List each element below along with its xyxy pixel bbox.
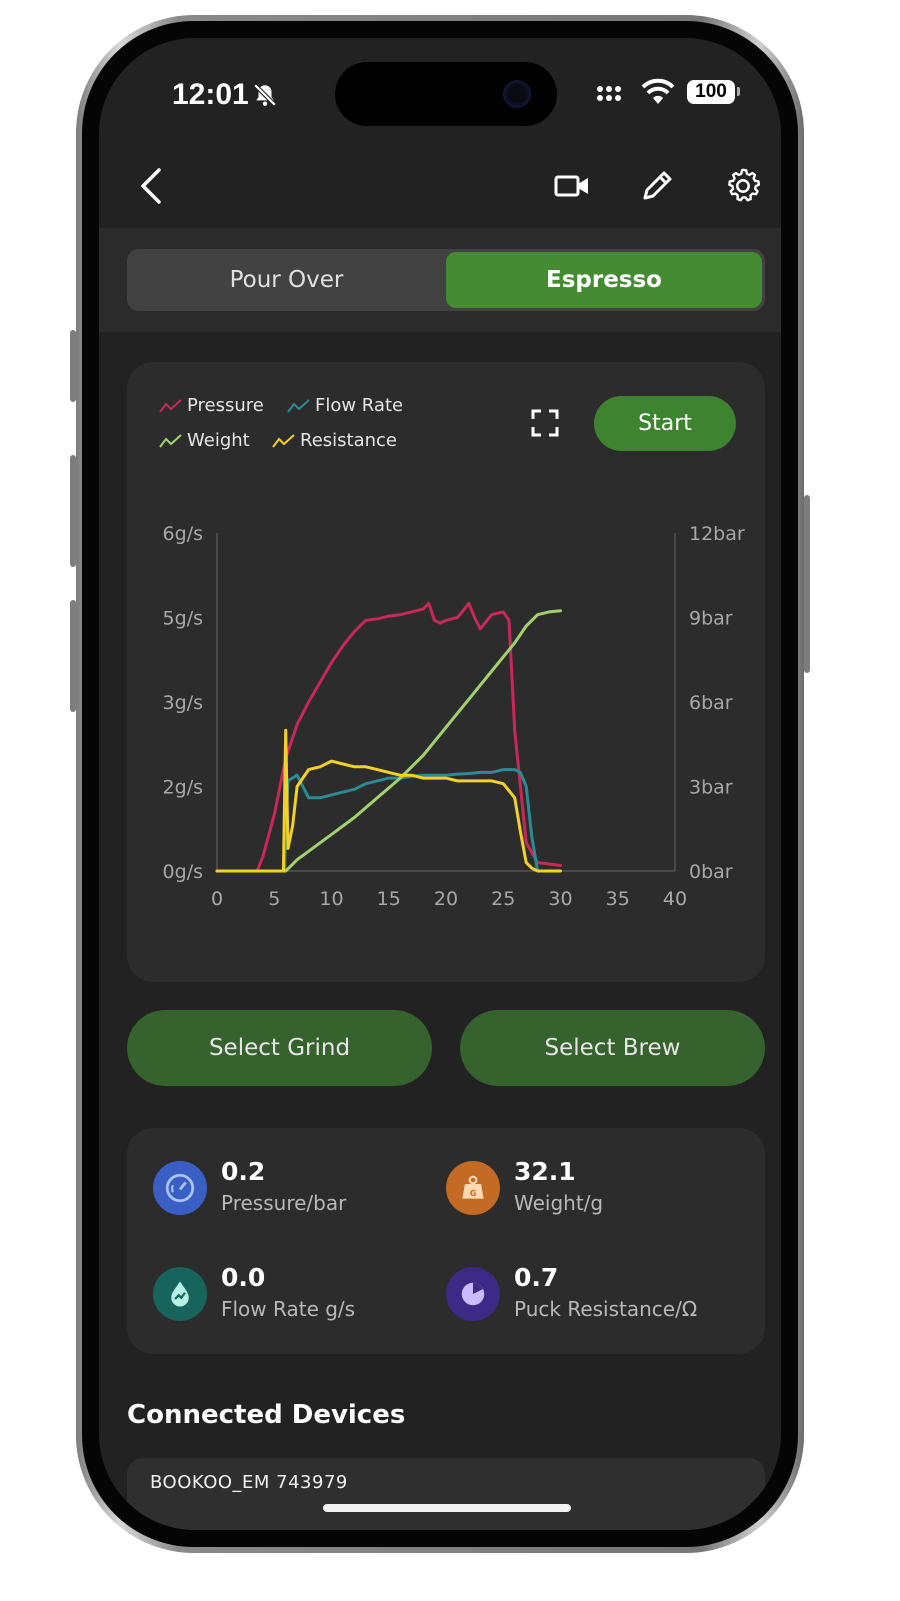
y-right-tick-label: 3bar xyxy=(689,777,733,799)
weight-icon: G xyxy=(446,1161,500,1215)
series-flow-rate-line xyxy=(215,768,540,873)
record-video-button[interactable] xyxy=(550,164,594,208)
series-resistance-line xyxy=(215,728,562,873)
tab-pour-over[interactable]: Pour Over xyxy=(130,252,443,308)
x-tick-label: 25 xyxy=(491,888,515,910)
status-bar: 12:01 100 xyxy=(99,38,781,148)
y-left-tick-label: 5g/s xyxy=(163,608,203,630)
tab-espresso[interactable]: Espresso xyxy=(446,252,762,308)
settings-button[interactable] xyxy=(721,164,765,208)
video-camera-icon xyxy=(554,175,588,197)
device-row[interactable]: BOOKOO_EM 743979 xyxy=(127,1458,765,1530)
legend-label: Resistance xyxy=(300,430,397,451)
stat-value: 0.0 xyxy=(221,1263,266,1292)
x-tick-label: 10 xyxy=(319,888,343,910)
x-tick-label: 0 xyxy=(211,888,223,910)
legend-line-icon xyxy=(159,398,182,413)
top-bar xyxy=(99,148,781,228)
stat-value: 32.1 xyxy=(514,1157,576,1186)
mode-band: Pour Over Espresso xyxy=(99,228,781,332)
y-left-tick-label: 3g/s xyxy=(163,692,203,714)
y-right-tick-label: 12bar xyxy=(689,523,745,545)
x-tick-label: 30 xyxy=(548,888,572,910)
legend-flow-rate: Flow Rate xyxy=(287,395,403,416)
y-right-tick-label: 0bar xyxy=(689,861,733,883)
wifi-icon xyxy=(641,78,675,110)
home-indicator[interactable] xyxy=(323,1504,571,1512)
mode-toggle: Pour Over Espresso xyxy=(127,249,765,311)
fullscreen-icon xyxy=(531,409,559,437)
start-button[interactable]: Start xyxy=(594,396,736,451)
legend-resistance: Resistance xyxy=(272,430,397,451)
x-tick-label: 15 xyxy=(377,888,401,910)
volume-down-button xyxy=(70,600,76,712)
edit-button[interactable] xyxy=(635,164,679,208)
stat-label: Flow Rate g/s xyxy=(221,1297,356,1321)
legend-label: Flow Rate xyxy=(315,395,404,416)
svg-text:G: G xyxy=(470,1189,477,1198)
stat-label: Weight/g xyxy=(514,1191,604,1215)
pencil-icon xyxy=(643,171,672,200)
legend-line-icon xyxy=(159,433,182,448)
y-left-tick-label: 6g/s xyxy=(163,523,203,545)
x-tick-label: 40 xyxy=(663,888,687,910)
camera-icon xyxy=(503,80,531,108)
stat-value: 0.2 xyxy=(221,1157,266,1186)
y-left-tick-label: 2g/s xyxy=(163,777,203,799)
gear-icon xyxy=(728,168,761,202)
water-drop-icon xyxy=(153,1267,207,1321)
battery-level: 100 xyxy=(687,80,735,104)
series-pressure-line xyxy=(215,601,562,873)
bell-muted-icon xyxy=(252,82,278,112)
y-right-tick-label: 9bar xyxy=(689,608,733,630)
action-button xyxy=(70,330,76,402)
x-tick-label: 35 xyxy=(606,888,630,910)
battery-icon xyxy=(737,87,740,96)
select-brew-button[interactable]: Select Brew xyxy=(460,1010,765,1086)
legend-label: Weight xyxy=(187,430,250,451)
dynamic-island xyxy=(335,62,557,126)
legend-label: Pressure xyxy=(187,395,264,416)
select-grind-button[interactable]: Select Grind xyxy=(127,1010,432,1086)
legend-line-icon xyxy=(287,398,310,413)
back-arrow-icon xyxy=(141,168,161,204)
connected-devices-title: Connected Devices xyxy=(127,1400,406,1430)
cellular-signal-icon xyxy=(596,83,624,107)
stat-value: 0.7 xyxy=(514,1263,559,1292)
espresso-chart: 0 5 10 15 20 25 30 35 40 0g/s 2g/s 3g/s 5g/s 6g/s 0bar… xyxy=(163,523,745,910)
pie-chart-icon xyxy=(446,1267,500,1321)
y-right-tick-label: 6bar xyxy=(689,692,733,714)
stat-label: Puck Resistance/Ω xyxy=(514,1297,698,1321)
status-time: 12:01 xyxy=(172,78,249,111)
fullscreen-button[interactable] xyxy=(523,401,567,445)
power-button xyxy=(804,495,810,673)
device-name: BOOKOO_EM 743979 xyxy=(150,1472,348,1493)
stat-label: Pressure/bar xyxy=(221,1191,347,1215)
legend-line-icon xyxy=(272,433,295,448)
back-button[interactable] xyxy=(130,164,174,208)
app-screen: 12:01 100 Pour Over Espresso Pressure Fl… xyxy=(99,38,781,1530)
volume-up-button xyxy=(70,455,76,567)
gauge-icon xyxy=(153,1161,207,1215)
x-tick-label: 20 xyxy=(434,888,458,910)
x-tick-label: 5 xyxy=(268,888,280,910)
legend-pressure: Pressure xyxy=(159,395,264,416)
y-left-tick-label: 0g/s xyxy=(163,861,203,883)
legend-weight: Weight xyxy=(159,430,250,451)
